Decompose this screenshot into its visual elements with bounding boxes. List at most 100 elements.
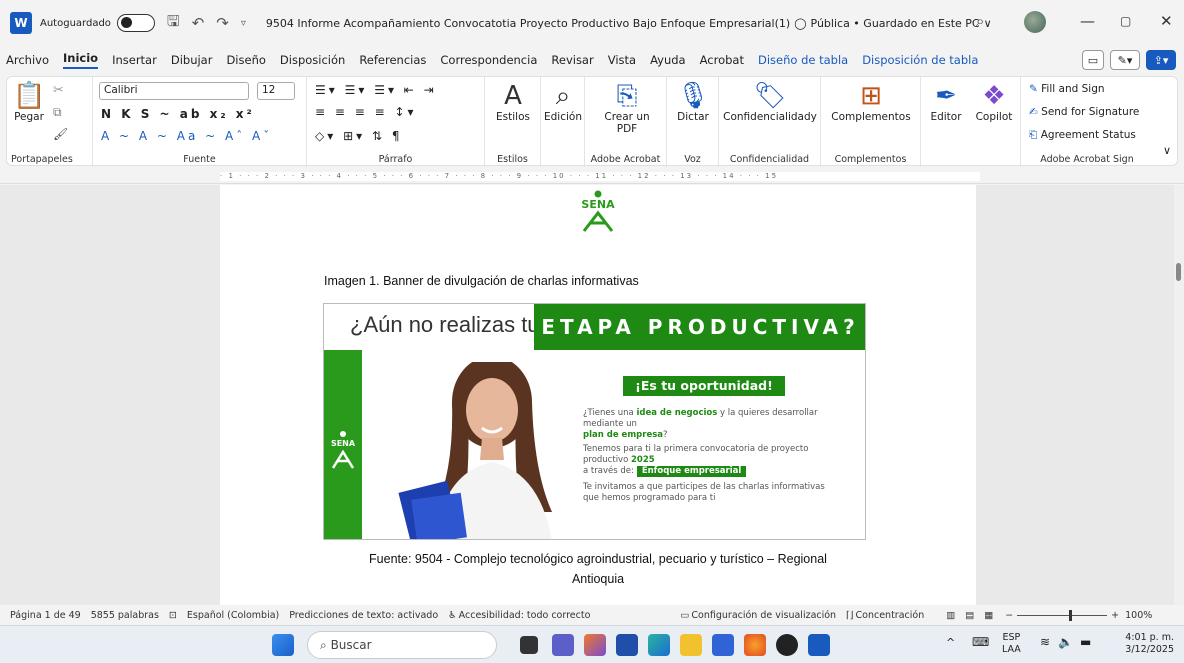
search-icon[interactable]: ⌕ (976, 12, 984, 30)
p1-highlight-idea: idea de negocios (636, 408, 718, 418)
outlook-icon[interactable] (712, 634, 734, 656)
save-icon[interactable]: 🖫 (167, 11, 180, 36)
tab-inicio[interactable]: Inicio (63, 51, 99, 69)
fill-and-sign-button[interactable]: ✎ Fill and Sign (1029, 83, 1105, 95)
tab-disposicion-tabla[interactable]: Disposición de tabla (862, 53, 978, 67)
task-view-icon[interactable] (520, 636, 538, 654)
zoom-level[interactable]: 100% (1125, 610, 1152, 621)
keyboard-icon[interactable]: ⌨ (972, 636, 989, 648)
copy-icon[interactable]: ⧉ (53, 105, 62, 120)
sensitivity-button[interactable]: 🏷 Confidencialidady (723, 81, 817, 123)
clock[interactable]: 4:01 p. m. 3/12/2025 (1112, 632, 1174, 656)
group-label-font: Fuente (183, 154, 216, 165)
tab-archivo[interactable]: Archivo (6, 53, 49, 67)
editing-button[interactable]: ⌕ Edición (543, 81, 583, 123)
opportunity-badge: ¡Es tu oportunidad! (623, 376, 785, 396)
web-layout-icon[interactable]: ▦ (984, 610, 993, 621)
customize-qat-icon[interactable]: ▿ (241, 18, 246, 29)
shading-buttons[interactable]: ◇▾ ⊞▾ ⇅ ¶ (315, 129, 402, 143)
chatgpt-icon[interactable] (776, 634, 798, 656)
minimize-icon[interactable]: — (1080, 12, 1095, 30)
addins-button[interactable]: ⊞ Complementos (825, 81, 917, 123)
zoom-out-icon[interactable]: − (1005, 610, 1013, 621)
autosave-label: Autoguardado (40, 17, 111, 29)
word-count[interactable]: 5855 palabras (91, 610, 159, 621)
language-status[interactable]: Español (Colombia) (187, 610, 279, 621)
wifi-icon[interactable]: ≋ (1040, 636, 1050, 648)
group-paragraph: ☰▾ ☰▾ ☰▾ ⇤ ⇥ ≡ ≡ ≡ ≡ ↕▾ ◇▾ ⊞▾ ⇅ ¶ Párraf… (307, 77, 485, 167)
search-icon: ⌕ (320, 638, 327, 652)
zoom-slider-thumb[interactable] (1069, 609, 1073, 621)
dictate-button[interactable]: 🎙 Dictar (673, 81, 713, 123)
word-taskbar-icon[interactable] (808, 634, 830, 656)
document-canvas: SENA Imagen 1. Banner de divulgación de … (0, 185, 1174, 605)
font-format-row[interactable]: N K S ~ ab x₂ x² (101, 107, 255, 121)
list-buttons[interactable]: ☰▾ ☰▾ ☰▾ ⇤ ⇥ (315, 83, 437, 97)
volume-icon[interactable]: 🔈 (1058, 636, 1073, 648)
save-status[interactable]: Pública • Guardado en Este PC (811, 17, 980, 30)
tab-disposicion[interactable]: Disposición (280, 53, 345, 67)
focus-mode[interactable]: Concentración (856, 610, 925, 621)
ruler[interactable]: · 1 · · · 2 · · · 3 · · · 4 · · · 5 · · … (0, 168, 1184, 184)
tab-diseno[interactable]: Diseño (226, 53, 265, 67)
share-icon[interactable]: ⇪▾ (1146, 50, 1176, 70)
taskbar-search[interactable]: ⌕ Buscar (307, 631, 497, 659)
avatar[interactable] (1024, 11, 1046, 33)
tab-insertar[interactable]: Insertar (112, 53, 157, 67)
align-buttons[interactable]: ≡ ≡ ≡ ≡ ↕▾ (315, 105, 417, 119)
file-explorer-icon[interactable] (680, 634, 702, 656)
battery-icon[interactable]: ▬ (1080, 636, 1091, 648)
zoom-slider[interactable] (1017, 609, 1108, 621)
tab-ayuda[interactable]: Ayuda (650, 53, 686, 67)
font-name-select[interactable]: Calibri (99, 82, 249, 100)
firefox-icon[interactable] (744, 634, 766, 656)
tab-revisar[interactable]: Revisar (551, 53, 593, 67)
format-painter-icon[interactable]: 🖌 (53, 127, 68, 141)
document-page[interactable]: SENA Imagen 1. Banner de divulgación de … (220, 185, 976, 605)
editing-mode-icon[interactable]: ✎▾ (1110, 50, 1140, 70)
start-icon[interactable] (272, 634, 294, 656)
redo-icon[interactable]: ↷ (216, 14, 229, 32)
cut-icon[interactable]: ✂ (53, 83, 64, 98)
collapse-ribbon-icon[interactable]: ∨ (1163, 144, 1171, 157)
create-pdf-button[interactable]: ⎘ Crear un PDF (599, 81, 655, 135)
zoom-in-icon[interactable]: + (1111, 610, 1119, 621)
display-settings[interactable]: Configuración de visualización (691, 610, 836, 621)
input-language[interactable]: ESP LAA (1002, 632, 1021, 656)
page-count[interactable]: Página 1 de 49 (10, 610, 81, 621)
restore-icon[interactable]: ▢ (1120, 14, 1131, 28)
autosave-toggle[interactable] (116, 14, 155, 32)
undo-icon[interactable]: ↶ (192, 14, 205, 32)
teams-icon[interactable] (552, 634, 574, 656)
agreement-status-button[interactable]: ⎗ Agreement Status (1029, 129, 1136, 142)
edge-icon[interactable] (648, 634, 670, 656)
copilot-taskbar-icon[interactable] (584, 634, 606, 656)
copilot-button[interactable]: ❖ Copilot (971, 81, 1017, 123)
banner-image: ¿Aún no realizas tu ETAPA PRODUCTIVA? SE… (323, 303, 866, 540)
font-color-row[interactable]: A ~ A ~ Aa ~ Aˆ Aˇ (101, 129, 272, 143)
store-icon[interactable] (616, 634, 638, 656)
text-predictions-status[interactable]: Predicciones de texto: activado (289, 610, 438, 621)
close-icon[interactable]: ✕ (1160, 12, 1173, 30)
read-mode-icon[interactable]: ▥ (946, 610, 955, 621)
accessibility-status[interactable]: Accesibilidad: todo correcto (459, 610, 591, 621)
tab-referencias[interactable]: Referencias (359, 53, 426, 67)
print-layout-icon[interactable]: ▤ (965, 610, 974, 621)
tray-chevron-icon[interactable]: ^ (946, 637, 955, 649)
tab-diseno-tabla[interactable]: Diseño de tabla (758, 53, 848, 67)
paste-button[interactable]: 📋 Pegar (13, 81, 45, 123)
tab-vista[interactable]: Vista (608, 53, 636, 67)
proofing-icon[interactable]: ⊡ (169, 610, 177, 621)
tab-correspondencia[interactable]: Correspondencia (440, 53, 537, 67)
scrollbar-thumb[interactable] (1176, 263, 1181, 281)
editor-button[interactable]: ✒ Editor (925, 81, 967, 123)
tab-dibujar[interactable]: Dibujar (171, 53, 213, 67)
font-size-select[interactable]: 12 (257, 82, 295, 100)
tab-acrobat[interactable]: Acrobat (700, 53, 744, 67)
styles-button[interactable]: A Estilos (491, 81, 535, 123)
comments-icon[interactable]: ▭ (1082, 50, 1104, 70)
send-for-signature-button[interactable]: ✍ Send for Signature (1029, 106, 1139, 118)
chevron-down-icon[interactable]: ∨ (984, 17, 992, 30)
word-app-icon[interactable]: W (10, 12, 32, 34)
vertical-scrollbar[interactable] (1174, 185, 1184, 605)
